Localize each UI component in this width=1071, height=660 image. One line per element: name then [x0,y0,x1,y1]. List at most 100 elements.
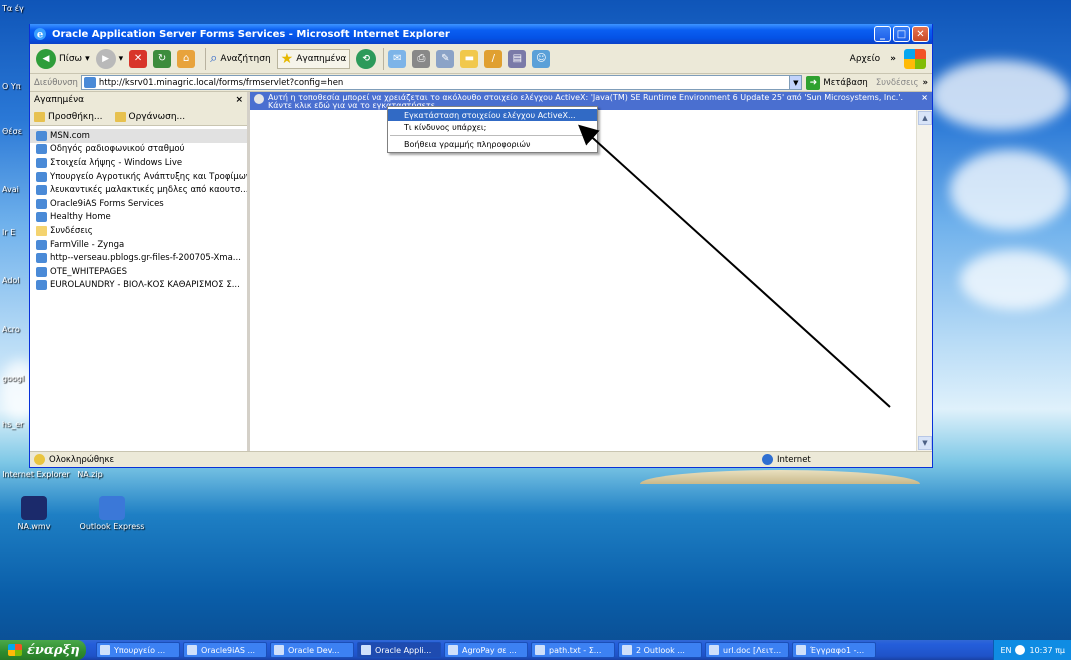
chevron-down-icon[interactable]: ▼ [789,76,802,89]
history-icon[interactable]: ⟲ [356,48,377,69]
language-indicator[interactable]: EN [1000,646,1011,655]
window-titlebar[interactable]: e Oracle Application Server Forms Servic… [30,24,932,44]
forward-button[interactable]: ▶ ▾ [95,48,123,69]
menu-chevron[interactable]: » [890,54,896,64]
toolbar-divider [383,47,385,70]
page-content: Αυτή η τοποθεσία μπορεί να χρειάζεται το… [250,92,932,451]
taskbar-button[interactable]: Oracle Dev... [270,642,354,658]
favorites-pane: Αγαπημένα × Προσθήκη... Οργάνωση... MSN.… [30,92,250,451]
globe-icon [762,454,773,465]
pencil-icon[interactable]: / [484,49,503,68]
taskbar-button[interactable]: path.txt - Σ... [531,642,615,658]
favorite-item[interactable]: Healthy Home [30,211,247,225]
favorite-item[interactable]: λευκαντικές μαλακτικές μηδλες από καουτσ… [30,183,247,197]
messenger-icon[interactable]: ☺ [532,49,551,68]
taskbar-button[interactable]: Υπουργείο ... [96,642,180,658]
information-bar-help-menu-item[interactable]: Βοήθεια γραμμής πληροφοριών [388,138,597,150]
page-icon [83,77,96,88]
address-field[interactable]: ▼ [80,75,803,90]
print-icon[interactable]: ⎙ [412,49,431,68]
mail-icon[interactable]: ✉ [388,49,407,68]
favorite-item-label: λευκαντικές μαλακτικές μηδλες από καουτσ… [50,185,247,196]
back-button[interactable]: ◀ Πίσω ▾ [36,48,90,69]
favorite-item-label: Υπουργείο Αγροτικής Ανάπτυξης και Τροφίμ… [50,171,247,182]
web-page-icon [36,185,47,196]
desktop-icon-na-wmv[interactable]: NA.wmv [4,496,64,531]
refresh-icon[interactable]: ↻ [153,49,172,68]
go-button[interactable]: ➜ Μετάβαση [806,75,868,90]
window-title: Oracle Application Server Forms Services… [52,28,450,40]
favorites-close-button[interactable]: × [235,95,243,105]
favorite-item-label: Στοιχεία λήψης - Windows Live [50,157,183,168]
taskbar-button[interactable]: Oracle9iAS ... [183,642,267,658]
web-page-icon [36,266,47,277]
taskbar-app-icon [274,645,284,655]
star-icon: ★ [280,50,294,67]
minimize-button[interactable]: _ [874,26,891,42]
taskbar-button[interactable]: url.doc [Λειτ... [705,642,789,658]
forward-arrow-icon: ▶ [95,48,116,69]
links-chevron[interactable]: » [923,78,929,88]
url-input[interactable] [98,77,790,88]
taskbar-button-label: Oracle9iAS ... [201,645,256,655]
status-bar: Ολοκληρώθηκε Internet [30,451,932,467]
go-arrow-icon: ➜ [806,75,821,90]
desktop-edge-label: Θέσε [2,127,23,136]
taskbar-button[interactable]: AgroPay σε ... [444,642,528,658]
add-favorite-button[interactable]: Προσθήκη... [34,111,103,122]
media-file-icon [21,496,47,520]
system-tray: EN 10:37 πμ [993,640,1071,660]
what-is-the-risk-menu-item[interactable]: Τι κίνδυνος υπάρχει; [388,121,597,133]
favorite-item[interactable]: Συνδέσεις [30,224,247,238]
desktop-icon-na-zip-label[interactable]: NA.zip [60,470,120,479]
web-page-icon [36,198,47,209]
taskbar-button[interactable]: Oracle Appli... [357,642,441,658]
favorite-item[interactable]: http--verseau.pblogs.gr-files-f-200705-X… [30,251,247,265]
start-button[interactable]: έναρξη [0,640,86,660]
links-label[interactable]: Συνδέσεις [876,78,919,88]
install-activex-menu-item[interactable]: Εγκατάσταση στοιχείου ελέγχου ActiveX... [388,109,597,121]
tray-icon[interactable] [1015,645,1026,655]
favorite-item[interactable]: MSN.com [30,129,247,143]
favorite-item[interactable]: OTE_WHITEPAGES [30,265,247,279]
folder-icon[interactable]: ▬ [460,49,479,68]
favorite-item[interactable]: Στοιχεία λήψης - Windows Live [30,156,247,170]
taskbar-button-label: Oracle Appli... [375,645,432,655]
research-icon[interactable]: ▤ [508,49,527,68]
taskbar-app-icon [535,645,545,655]
favorite-item[interactable]: Υπουργείο Αγροτικής Ανάπτυξης και Τροφίμ… [30,170,247,184]
desktop-edge-label: Τα έγ [2,4,24,13]
windows-logo-icon [904,48,926,69]
desktop-edge-label: googl [2,374,25,383]
file-menu[interactable]: Αρχείο [850,54,881,64]
search-button[interactable]: ⌕ Αναζήτηση [210,51,271,66]
taskbar-button-label: 2 Outlook ... [636,645,685,655]
desktop-edge-label: Ir E [2,228,16,237]
menu-divider [390,135,595,136]
close-button[interactable]: ✕ [912,26,929,42]
favorites-button[interactable]: ★ Αγαπημένα [276,48,351,69]
favorite-item[interactable]: FarmVille - Zynga [30,238,247,252]
windows-flag-icon [8,644,22,656]
favorite-item-label: FarmVille - Zynga [50,239,125,250]
organize-folder-icon [114,111,126,122]
desktop-edge-label: Acro [2,325,20,334]
taskbar-button[interactable]: 2 Outlook ... [618,642,702,658]
scroll-up-icon[interactable]: ▲ [918,111,932,125]
desktop-icon-outlook-express[interactable]: Outlook Express [72,496,152,531]
favorite-item[interactable]: EUROLAUNDRY - ΒΙΟΛ-ΚΟΣ ΚΑΘΑΡΙΣΜΟΣ Σ... [30,279,247,293]
favorites-title: Αγαπημένα [34,95,85,105]
vertical-scrollbar[interactable]: ▲ ▼ [916,110,932,451]
address-bar: Διεύθυνση ▼ ➜ Μετάβαση Συνδέσεις » [30,74,932,92]
edit-icon[interactable]: ✎ [436,49,455,68]
home-icon[interactable]: ⌂ [177,49,196,68]
scroll-down-icon[interactable]: ▼ [918,436,932,450]
stop-icon[interactable]: ✕ [129,49,148,68]
favorite-item[interactable]: Oracle9iAS Forms Services [30,197,247,211]
favorite-item[interactable]: Οδηγός ραδιοφωνικού σταθμού [30,143,247,157]
information-bar-close-button[interactable]: × [921,94,928,102]
maximize-button[interactable]: □ [893,26,910,42]
outlook-express-icon [99,496,125,520]
organize-favorites-button[interactable]: Οργάνωση... [114,111,185,122]
taskbar-button[interactable]: Έγγραφο1 -... [792,642,876,658]
